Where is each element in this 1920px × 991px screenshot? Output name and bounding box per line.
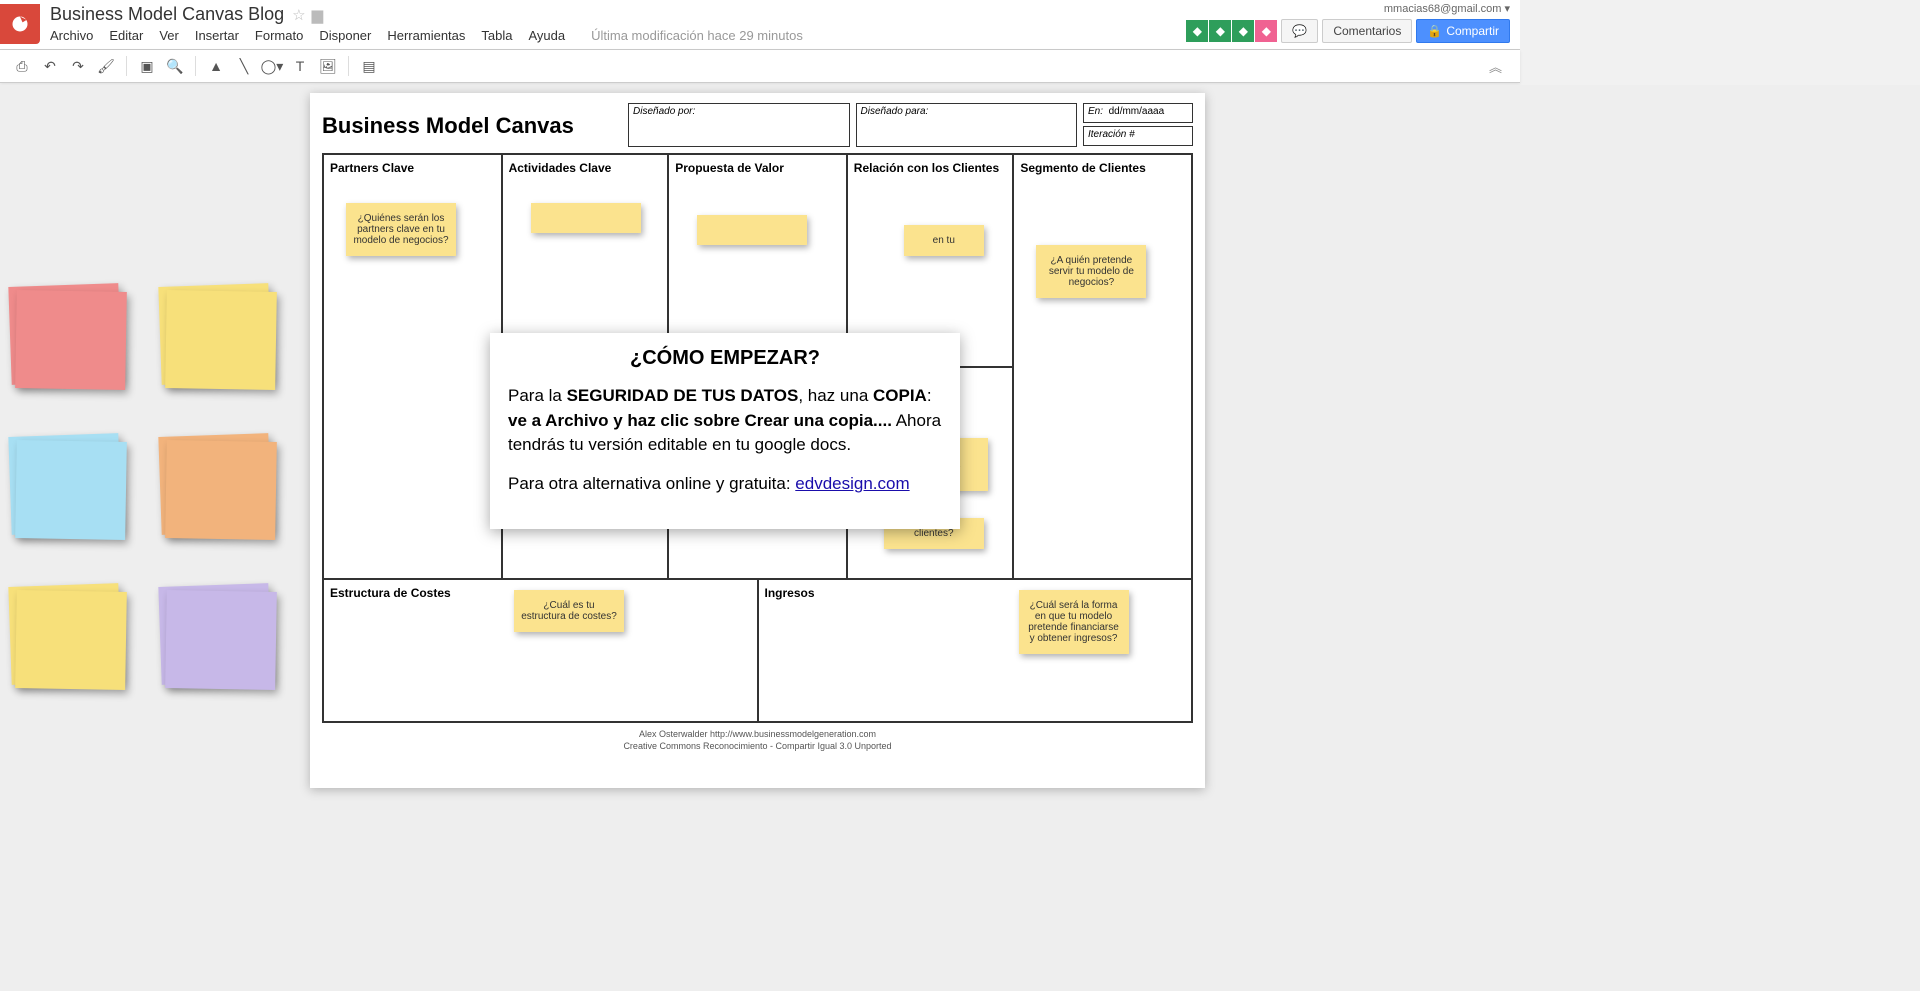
last-modified[interactable]: Última modificación hace 29 minutos [591,28,803,43]
avatar[interactable]: ◆ [1186,20,1208,42]
postit-revenue[interactable]: ¿Cuál será la forma en que tu modelo pre… [1019,590,1129,654]
menu-disponer[interactable]: Disponer [319,28,371,43]
date-box[interactable]: En: dd/mm/aaaa [1083,103,1193,123]
menu-ver[interactable]: Ver [159,28,179,43]
palette-note[interactable] [15,590,127,690]
presence-avatars: ◆ ◆ ◆ ◆ [1186,20,1277,42]
print-icon[interactable]: ⎙ [10,54,34,78]
app-header: Business Model Canvas Blog ☆ ▆ Archivo E… [0,0,1520,50]
image-icon[interactable]: 🖼 [316,54,340,78]
postit-relations[interactable]: en tu [904,225,984,256]
folder-icon[interactable]: ▆ [312,6,324,24]
postit-partners[interactable]: ¿Quiénes serán los partners clave en tu … [346,203,456,256]
workspace[interactable]: Business Model Canvas Diseñado por: Dise… [0,85,1920,991]
palette-note[interactable] [165,290,277,390]
designed-by-box[interactable]: Diseñado por: [628,103,850,147]
app-logo-icon[interactable] [0,4,40,44]
collapse-toolbar-icon[interactable]: ︽ [1489,57,1502,76]
star-icon[interactable]: ☆ [292,6,305,24]
overlay-paragraph-1: Para la SEGURIDAD DE TUS DATOS, haz una … [508,384,942,458]
overlay-paragraph-2: Para otra alternativa online y gratuita:… [508,472,942,497]
menu-editar[interactable]: Editar [109,28,143,43]
zoom-fit-icon[interactable]: ▣ [135,54,159,78]
instructions-overlay[interactable]: ¿CÓMO EMPEZAR? Para la SEGURIDAD DE TUS … [490,333,960,529]
doc-title[interactable]: Business Model Canvas Blog [50,4,284,25]
canvas-footer: Alex Osterwalder http://www.businessmode… [322,729,1193,752]
menu-ayuda[interactable]: Ayuda [528,28,565,43]
zoom-icon[interactable]: 🔍 [163,54,187,78]
avatar[interactable]: ◆ [1232,20,1254,42]
menu-archivo[interactable]: Archivo [50,28,93,43]
palette-note[interactable] [165,590,277,690]
postit-segments[interactable]: ¿A quién pretende servir tu modelo de ne… [1036,245,1146,298]
cell-revenue[interactable]: Ingresos ¿Cuál será la forma en que tu m… [759,580,1192,721]
comments-button[interactable]: Comentarios [1322,19,1412,43]
textbox-icon[interactable]: T [288,54,312,78]
select-icon[interactable]: ▲ [204,54,228,78]
shape-icon[interactable]: ◯▾ [260,54,284,78]
avatar[interactable]: ◆ [1255,20,1277,42]
menu-insertar[interactable]: Insertar [195,28,239,43]
designed-for-box[interactable]: Diseñado para: [856,103,1078,147]
user-email[interactable]: mmacias68@gmail.com ▾ [1384,2,1510,15]
cell-costs[interactable]: Estructura de Costes ¿Cuál es tu estruct… [324,580,759,721]
line-icon[interactable]: ╲ [232,54,256,78]
redo-icon[interactable]: ↷ [66,54,90,78]
titlebar: Business Model Canvas Blog ☆ ▆ Archivo E… [0,0,1520,49]
menu-herramientas[interactable]: Herramientas [387,28,465,43]
chat-icon[interactable]: 💬 [1281,19,1318,43]
palette-note[interactable] [165,440,277,540]
undo-icon[interactable]: ↶ [38,54,62,78]
comment-icon[interactable]: ▤ [357,54,381,78]
avatar[interactable]: ◆ [1209,20,1231,42]
menubar: Archivo Editar Ver Insertar Formato Disp… [50,25,803,49]
paint-format-icon[interactable]: 🖌 [94,54,118,78]
palette-note[interactable] [15,440,127,540]
menu-formato[interactable]: Formato [255,28,303,43]
cell-segments[interactable]: Segmento de Clientes ¿A quién pretende s… [1014,155,1191,578]
lock-icon: 🔒 [1427,24,1442,38]
postit-value[interactable] [697,215,807,245]
toolbar: ⎙ ↶ ↷ 🖌 ▣ 🔍 ▲ ╲ ◯▾ T 🖼 ▤ ︽ [0,50,1520,83]
menu-tabla[interactable]: Tabla [481,28,512,43]
palette-note[interactable] [15,290,127,390]
cell-partners[interactable]: Partners Clave ¿Quiénes serán los partne… [324,155,503,578]
overlay-link[interactable]: edvdesign.com [795,474,909,493]
postit-costs[interactable]: ¿Cuál es tu estructura de costes? [514,590,624,632]
share-button[interactable]: 🔒Compartir [1416,19,1510,43]
iteration-box[interactable]: Iteración # [1083,126,1193,146]
postit-activities[interactable] [531,203,641,233]
canvas-title: Business Model Canvas [322,103,622,139]
overlay-title: ¿CÓMO EMPEZAR? [508,347,942,370]
